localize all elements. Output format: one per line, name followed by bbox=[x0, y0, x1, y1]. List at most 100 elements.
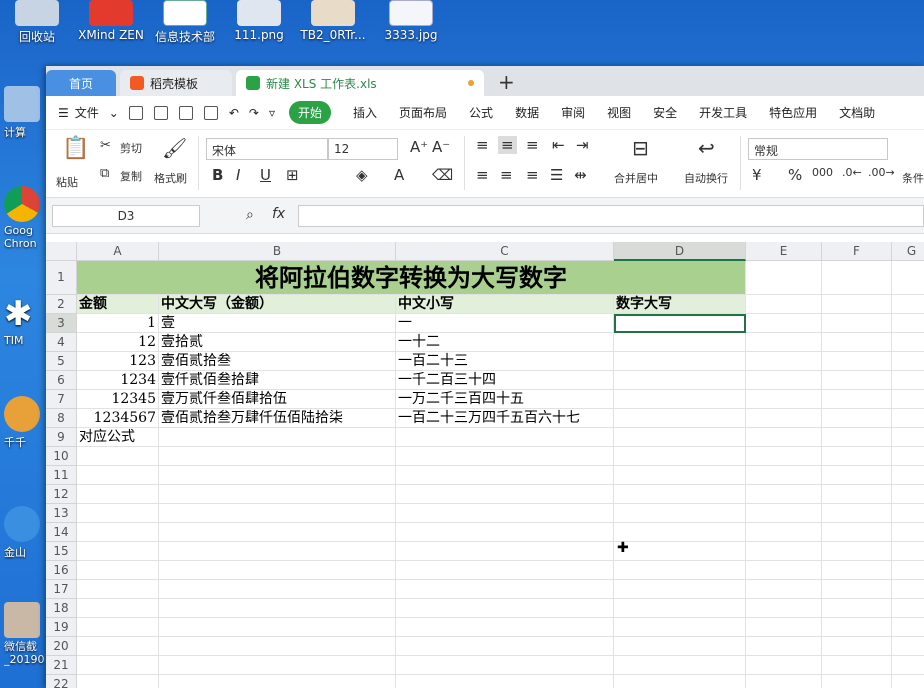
grid-cell[interactable] bbox=[746, 656, 822, 675]
grid-cell[interactable] bbox=[892, 580, 924, 599]
data-cell[interactable]: 123 bbox=[77, 352, 159, 371]
align-top-icon[interactable]: ≡ bbox=[476, 136, 489, 154]
grid-cell[interactable] bbox=[77, 561, 159, 580]
justify-icon[interactable]: ☰ bbox=[550, 166, 563, 184]
grid-cell[interactable] bbox=[822, 561, 892, 580]
menu-view[interactable]: 视图 bbox=[607, 104, 631, 121]
hamburger-icon[interactable]: ☰ bbox=[58, 106, 69, 120]
grid-cell[interactable] bbox=[614, 390, 746, 409]
grid-cell[interactable] bbox=[614, 618, 746, 637]
desktop-icon-chrome[interactable]: Goog Chron bbox=[4, 186, 44, 250]
row-header-4[interactable]: 4 bbox=[46, 333, 77, 352]
format-painter-button[interactable]: 格式刷 bbox=[154, 170, 187, 186]
new-tab-button[interactable]: + bbox=[498, 70, 515, 94]
grid-cell[interactable] bbox=[614, 333, 746, 352]
grid-cell[interactable] bbox=[77, 637, 159, 656]
formula-label-cell[interactable]: 对应公式 bbox=[77, 428, 159, 447]
grid-cell[interactable] bbox=[892, 352, 924, 371]
header-cell[interactable]: 中文小写 bbox=[396, 295, 614, 314]
grid-cell[interactable] bbox=[822, 390, 892, 409]
clear-icon[interactable]: ⌫ bbox=[432, 166, 453, 184]
align-right-icon[interactable]: ≡ bbox=[526, 166, 539, 184]
grid-cell[interactable] bbox=[396, 428, 614, 447]
data-cell[interactable]: 壹佰贰拾叁万肆仟伍佰陆拾柒 bbox=[159, 409, 396, 428]
row-header-17[interactable]: 17 bbox=[46, 580, 77, 599]
font-shrink-icon[interactable]: A⁻ bbox=[432, 138, 450, 156]
chevron-down-icon[interactable]: ⌄ bbox=[109, 106, 119, 120]
column-header-a[interactable]: A bbox=[77, 242, 159, 261]
grid-cell[interactable] bbox=[822, 542, 892, 561]
grid-cell[interactable] bbox=[159, 428, 396, 447]
wrap-text-icon[interactable]: ↩ bbox=[698, 136, 715, 160]
tab-xls-file[interactable]: 新建 XLS 工作表.xls bbox=[236, 70, 484, 96]
grid-cell[interactable] bbox=[822, 371, 892, 390]
menu-data[interactable]: 数据 bbox=[515, 104, 539, 121]
grid-cell[interactable] bbox=[614, 447, 746, 466]
row-header-1[interactable]: 1 bbox=[46, 261, 77, 295]
grid-cell[interactable] bbox=[396, 637, 614, 656]
fx-icon[interactable]: fx bbox=[272, 206, 285, 222]
distributed-icon[interactable]: ⇹ bbox=[574, 166, 587, 184]
desktop-icon-3333jpg[interactable]: 3333.jpg bbox=[376, 0, 446, 42]
grid-cell[interactable] bbox=[746, 314, 822, 333]
data-cell[interactable]: 一万二千三百四十五 bbox=[396, 390, 614, 409]
row-header-21[interactable]: 21 bbox=[46, 656, 77, 675]
grid-cell[interactable] bbox=[892, 504, 924, 523]
grid-cell[interactable] bbox=[746, 580, 822, 599]
currency-icon[interactable]: ¥ bbox=[752, 166, 762, 184]
row-header-15[interactable]: 15 bbox=[46, 542, 77, 561]
header-cell[interactable]: 数字大写 bbox=[614, 295, 746, 314]
grid-cell[interactable] bbox=[159, 561, 396, 580]
column-header-g[interactable]: G bbox=[892, 242, 924, 261]
grid-cell[interactable] bbox=[892, 485, 924, 504]
align-left-icon[interactable]: ≡ bbox=[476, 166, 489, 184]
data-cell[interactable]: 壹拾贰 bbox=[159, 333, 396, 352]
indent-decrease-icon[interactable]: ⇤ bbox=[552, 136, 565, 154]
grid-cell[interactable] bbox=[746, 618, 822, 637]
header-cell[interactable]: 中文大写（金额） bbox=[159, 295, 396, 314]
align-center-icon[interactable]: ≡ bbox=[500, 166, 513, 184]
grid-cell[interactable] bbox=[822, 504, 892, 523]
grid-cell[interactable] bbox=[746, 295, 822, 314]
row-header-20[interactable]: 20 bbox=[46, 637, 77, 656]
paste-icon[interactable]: 📋 bbox=[62, 136, 89, 161]
save-icon[interactable] bbox=[128, 105, 143, 120]
row-header-8[interactable]: 8 bbox=[46, 409, 77, 428]
grid-cell[interactable] bbox=[159, 504, 396, 523]
grid-cell[interactable] bbox=[822, 675, 892, 688]
grid-cell[interactable] bbox=[892, 314, 924, 333]
grid-cell[interactable] bbox=[892, 261, 924, 295]
grid-cell[interactable] bbox=[77, 485, 159, 504]
desktop-icon-111png[interactable]: 111.png bbox=[224, 0, 294, 42]
row-header-18[interactable]: 18 bbox=[46, 599, 77, 618]
grid-cell[interactable] bbox=[614, 523, 746, 542]
grid-cell[interactable] bbox=[892, 675, 924, 688]
export-icon[interactable] bbox=[153, 105, 168, 120]
grid-cell[interactable] bbox=[822, 314, 892, 333]
merge-center-icon[interactable]: ⊟ bbox=[632, 136, 649, 160]
grid-cell[interactable] bbox=[892, 295, 924, 314]
desktop-icon-qianqian[interactable]: 千千 bbox=[4, 396, 44, 450]
thousands-icon[interactable]: 000 bbox=[812, 166, 833, 179]
decimal-decrease-icon[interactable]: .00→ bbox=[868, 166, 895, 179]
grid-cell[interactable] bbox=[892, 542, 924, 561]
row-header-11[interactable]: 11 bbox=[46, 466, 77, 485]
column-header-d[interactable]: D bbox=[614, 242, 746, 261]
grid-cell[interactable] bbox=[746, 485, 822, 504]
grid-cell[interactable] bbox=[159, 656, 396, 675]
desktop-icon-xmind[interactable]: XMind ZEN bbox=[76, 0, 146, 42]
grid-cell[interactable] bbox=[614, 485, 746, 504]
grid-cell[interactable] bbox=[396, 561, 614, 580]
grid-cell[interactable] bbox=[746, 523, 822, 542]
font-color-icon[interactable]: A bbox=[394, 166, 404, 184]
grid-cell[interactable] bbox=[396, 485, 614, 504]
column-header-f[interactable]: F bbox=[822, 242, 892, 261]
grid-cell[interactable] bbox=[77, 580, 159, 599]
fill-color-icon[interactable]: ◈ bbox=[356, 166, 368, 184]
grid-cell[interactable] bbox=[746, 561, 822, 580]
grid-cell[interactable] bbox=[614, 542, 746, 561]
font-grow-icon[interactable]: A⁺ bbox=[410, 138, 428, 156]
menu-insert[interactable]: 插入 bbox=[353, 104, 377, 121]
row-header-9[interactable]: 9 bbox=[46, 428, 77, 447]
row-header-19[interactable]: 19 bbox=[46, 618, 77, 637]
